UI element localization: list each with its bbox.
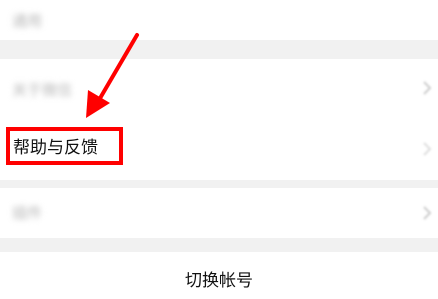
switch-account-label: 切换帐号 xyxy=(185,271,253,291)
chevron-right-icon xyxy=(423,142,432,156)
chevron-right-icon xyxy=(423,81,432,95)
settings-item-about[interactable]: 关于微信 xyxy=(0,59,438,117)
settings-item-plugins[interactable]: 插件 xyxy=(0,188,438,238)
settings-item-label: 插件 xyxy=(12,204,43,222)
annotation-highlight-box xyxy=(6,127,123,165)
settings-item-label: 关于微信 xyxy=(12,81,73,99)
settings-item-label: 通用 xyxy=(12,12,43,30)
chevron-right-icon xyxy=(423,206,432,220)
settings-item-general[interactable]: 通用 xyxy=(0,0,438,40)
switch-account-button[interactable]: 切换帐号 xyxy=(0,252,438,299)
